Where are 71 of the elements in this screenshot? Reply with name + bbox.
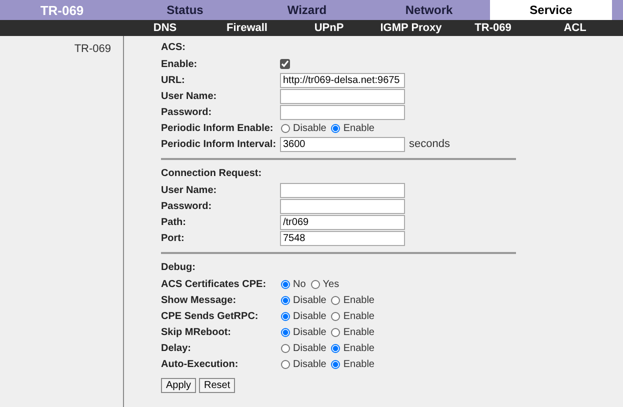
subnav-link[interactable]: TR-069 <box>452 20 534 36</box>
field-label: Enable: <box>161 58 198 70</box>
subnav-link[interactable]: Firewall <box>206 20 288 36</box>
option-label: Disable <box>293 326 326 338</box>
option-label: Enable <box>343 342 374 354</box>
nav-tab[interactable]: Status <box>124 0 246 20</box>
option-label: Enable <box>343 310 374 322</box>
radio-button[interactable] <box>331 312 340 320</box>
text-field[interactable]: http://tr069-delsa.net:9675 <box>280 72 405 88</box>
subnav-link[interactable]: ACL <box>534 20 616 36</box>
option-label: Disable <box>293 342 326 354</box>
text-field[interactable] <box>280 104 405 120</box>
option-label: Yes <box>322 278 340 290</box>
radio-button[interactable] <box>331 296 340 304</box>
form-button[interactable]: Reset <box>199 378 236 393</box>
field-label: User Name: <box>161 184 218 196</box>
option-label: Enable <box>343 294 374 306</box>
radio-button[interactable] <box>331 328 340 336</box>
option-label: No <box>293 278 306 290</box>
section-title: Debug: <box>161 261 196 275</box>
subnav-link[interactable]: UPnP <box>288 20 370 36</box>
radio-button[interactable] <box>331 344 340 352</box>
nav-tab[interactable]: Wizard <box>246 0 368 20</box>
field-label: CPE Sends GetRPC: <box>161 310 260 322</box>
radio-button[interactable] <box>281 312 290 320</box>
unit-label: seconds <box>409 138 450 150</box>
subnav-link[interactable]: DNS <box>124 20 206 36</box>
radio-button[interactable] <box>281 296 290 304</box>
field-label: Password: <box>161 200 213 212</box>
field-label: ACS Certificates CPE: <box>161 278 268 290</box>
field-label: Skip MReboot: <box>161 326 232 338</box>
radio-button[interactable] <box>331 360 340 368</box>
text-field[interactable]: 7548 <box>280 230 405 246</box>
sidebar-item[interactable]: TR-069 <box>74 43 111 55</box>
text-field[interactable] <box>280 182 405 198</box>
field-label: Password: <box>161 106 213 118</box>
radio-button[interactable] <box>281 328 290 336</box>
radio-button[interactable] <box>281 344 290 352</box>
radio-button[interactable] <box>281 124 290 132</box>
field-label: Path: <box>161 216 187 228</box>
text-field[interactable] <box>280 198 405 214</box>
text-field[interactable]: /tr069 <box>280 214 405 230</box>
field-label: URL: <box>161 74 186 86</box>
nav-tab[interactable]: Network <box>368 0 490 20</box>
brand-label: TR-069 <box>39 2 85 20</box>
text-field[interactable] <box>280 88 405 104</box>
nav-tab[interactable]: Service <box>490 0 612 20</box>
section-title: ACS: <box>161 41 186 55</box>
field-label: Port: <box>161 232 186 244</box>
text-field[interactable]: 3600 <box>280 136 405 152</box>
option-label: Disable <box>293 294 326 306</box>
option-label: Disable <box>293 122 326 134</box>
option-label: Enable <box>343 326 374 338</box>
enable-checkbox[interactable] <box>280 59 290 69</box>
radio-button[interactable] <box>281 360 290 368</box>
subnav-link[interactable]: IGMP Proxy <box>370 20 452 36</box>
radio-button[interactable] <box>310 280 320 288</box>
field-label: Delay: <box>161 342 192 354</box>
form-button[interactable]: Apply <box>161 378 196 393</box>
field-label: Auto-Execution: <box>161 358 240 370</box>
field-label: Show Message: <box>161 294 238 306</box>
radio-button[interactable] <box>331 124 340 132</box>
field-label: Periodic Inform Interval: <box>161 138 278 150</box>
field-label: Periodic Inform Enable: <box>161 122 274 134</box>
section-title: Connection Request: <box>161 167 263 181</box>
radio-button[interactable] <box>281 280 290 288</box>
option-label: Enable <box>343 122 374 134</box>
option-label: Disable <box>293 310 326 322</box>
option-label: Enable <box>343 358 374 370</box>
field-label: User Name: <box>161 90 218 102</box>
option-label: Disable <box>293 358 326 370</box>
